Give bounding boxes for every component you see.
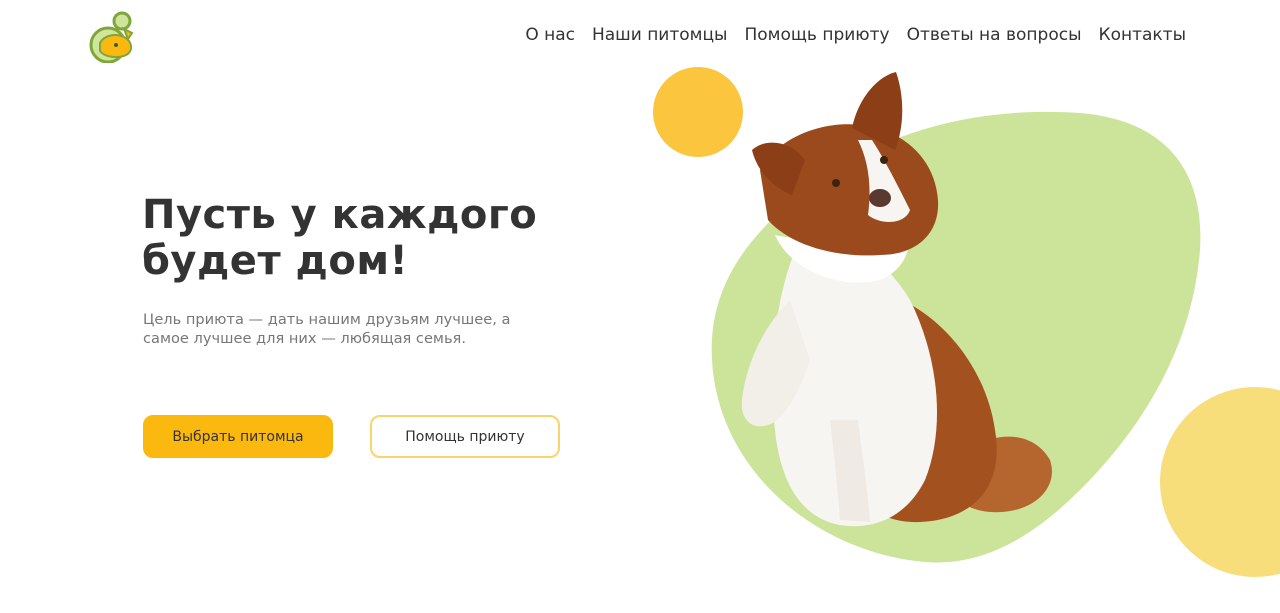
- nav-item-help[interactable]: Помощь приюту: [744, 24, 889, 46]
- hero-subtitle-line-1: Цель приюта — дать нашим друзьям лучшее,…: [143, 311, 511, 328]
- hero-illustration: [653, 67, 1280, 577]
- help-shelter-button[interactable]: Помощь приюту: [370, 415, 560, 458]
- hero-title-line-2: будет дом!: [142, 238, 409, 284]
- hero-title-line-1: Пусть у каждого: [142, 192, 538, 238]
- hero-subtitle: Цель приюта — дать нашим друзьям лучшее,…: [143, 310, 523, 348]
- nav-item-contacts[interactable]: Контакты: [1099, 24, 1187, 46]
- choose-pet-button[interactable]: Выбрать питомца: [143, 415, 333, 458]
- yellow-circle-top: [653, 67, 743, 157]
- hero-title: Пусть у каждого будет дом!: [142, 192, 562, 284]
- nav-item-pets[interactable]: Наши питомцы: [592, 24, 728, 46]
- hero-subtitle-line-2: самое лучшее для них — любящая семья.: [143, 330, 466, 347]
- logo[interactable]: [86, 7, 142, 64]
- yellow-circle-right: [1160, 387, 1280, 577]
- nav-item-about[interactable]: О нас: [525, 24, 575, 46]
- shelter-logo-icon: [89, 11, 134, 64]
- nav-item-faq[interactable]: Ответы на вопросы: [907, 24, 1082, 46]
- landing-page: О нас Наши питомцы Помощь приюту Ответы …: [0, 0, 1280, 613]
- main-nav: О нас Наши питомцы Помощь приюту Ответы …: [525, 24, 1186, 46]
